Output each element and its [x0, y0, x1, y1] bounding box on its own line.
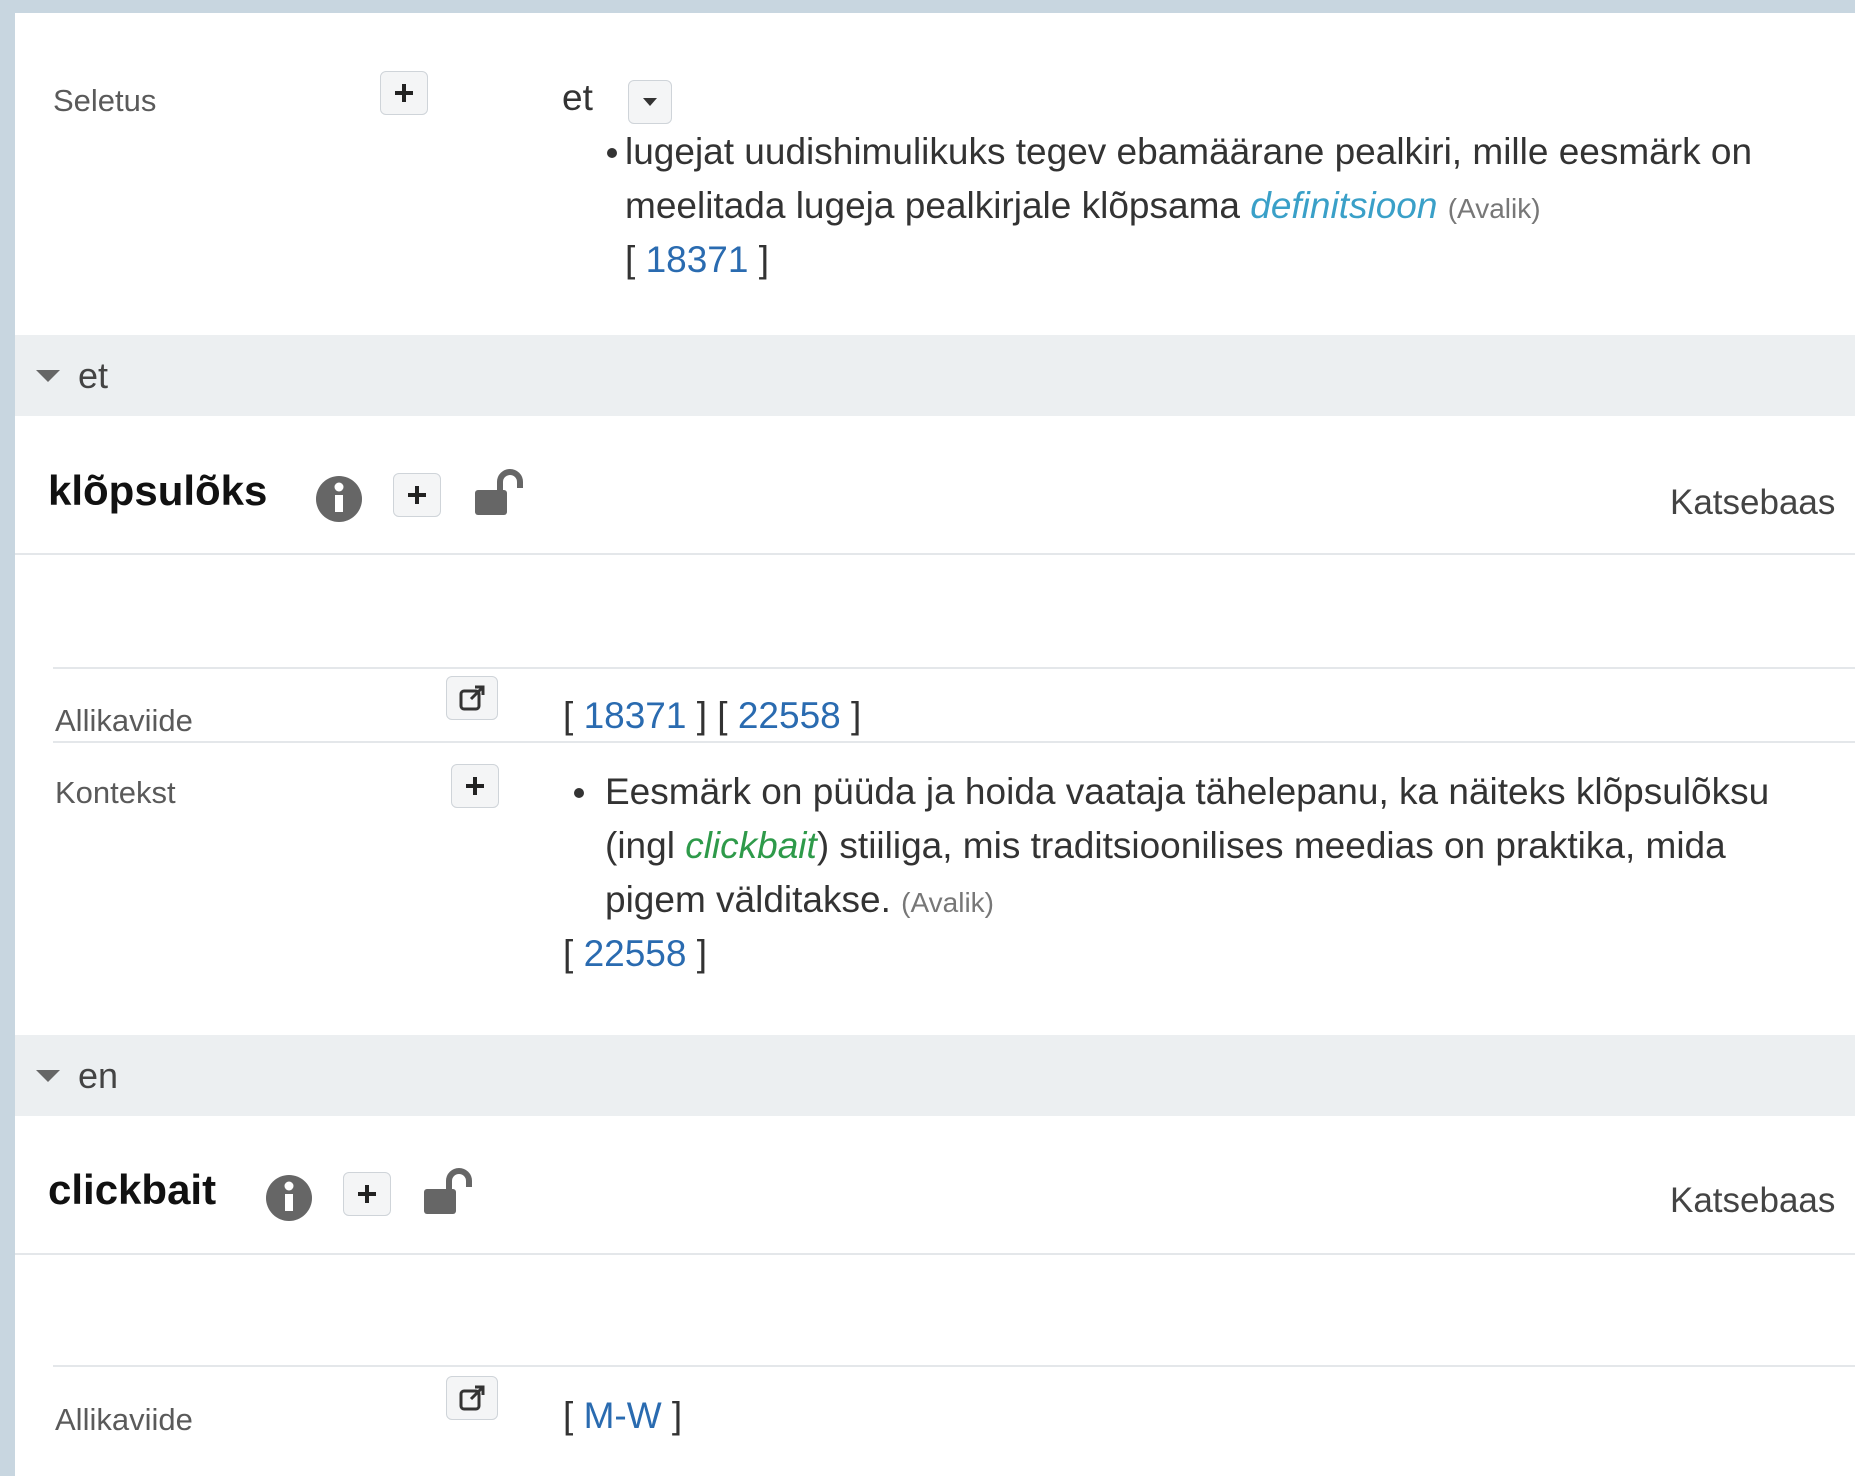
caret-down-icon [36, 1069, 60, 1082]
term-title: clickbait [48, 1166, 217, 1213]
bullet [607, 148, 617, 158]
term-detail-panel: Seletus et lugejat uudishimulikuks tegev… [15, 13, 1855, 1476]
divider [53, 1365, 1855, 1367]
open-source-button[interactable] [446, 676, 498, 720]
lang-dropdown-button[interactable] [628, 80, 672, 124]
context-line2: (ingl clickbait) stiiliga, mis traditsio… [605, 819, 1726, 873]
dataset-name: Katsebaas [1670, 1181, 1836, 1220]
plus-icon [408, 486, 426, 504]
term-title: klõpsulõks [48, 467, 268, 514]
add-term-button[interactable] [393, 473, 441, 517]
unlock-icon[interactable] [472, 468, 526, 525]
info-icon[interactable] [314, 474, 364, 529]
source-link[interactable]: 18371 [584, 695, 687, 736]
source-link[interactable]: M-W [584, 1395, 662, 1436]
kontekst-label: Kontekst [55, 775, 176, 810]
visibility-badge: (Avalik) [901, 887, 994, 918]
allikaviide-label: Allikaviide [55, 703, 193, 738]
source-refs: [ M-W ] [563, 1395, 683, 1436]
context-line3: pigem välditakse. (Avalik) [605, 873, 994, 930]
info-icon[interactable] [264, 1173, 314, 1228]
divider [53, 667, 1855, 669]
source-link[interactable]: 22558 [584, 933, 687, 974]
source-refs: [ 18371 ] [ 22558 ] [563, 695, 862, 736]
definition-text: lugejat uudishimulikuks tegev ebamäärane… [625, 125, 1752, 179]
dataset-name: Katsebaas [1670, 483, 1836, 522]
definition-type-link[interactable]: definitsioon [1250, 185, 1437, 226]
visibility-badge: (Avalik) [1447, 193, 1541, 224]
unlock-icon[interactable] [421, 1167, 475, 1224]
chevron-down-icon [643, 98, 657, 106]
source-link[interactable]: 22558 [738, 695, 841, 736]
context-text: ) stiiliga, mis traditsioonilises meedia… [816, 825, 1726, 866]
definition-text-line2: meelitada lugeja pealkirjale klõpsama de… [625, 179, 1541, 236]
context-line1: Eesmärk on püüda ja hoida vaataja tähele… [605, 771, 1770, 812]
seletus-label: Seletus [53, 83, 157, 118]
allikaviide-label: Allikaviide [55, 1402, 193, 1437]
lang-section-title: en [78, 1054, 119, 1096]
plus-icon [358, 1185, 376, 1203]
lang-section-title: et [78, 354, 109, 396]
plus-icon [395, 84, 413, 102]
definition-lang: et [562, 77, 593, 118]
divider [53, 741, 1855, 743]
external-link-icon [459, 1385, 485, 1411]
bullet [574, 788, 584, 798]
ref-bracket-close: ] [758, 239, 770, 280]
definition-line2: meelitada lugeja pealkirjale klõpsama [625, 185, 1240, 226]
caret-down-icon [36, 369, 60, 382]
plus-icon [466, 777, 484, 795]
definition-source-ref: [ 18371 ] [625, 233, 769, 287]
divider [15, 1253, 1855, 1255]
source-link[interactable]: 18371 [646, 239, 749, 280]
definition-line1: lugejat uudishimulikuks tegev ebamäärane… [625, 131, 1753, 172]
context-source-ref: [ 22558 ] [563, 933, 708, 974]
add-term-button[interactable] [343, 1172, 391, 1216]
context-text: pigem välditakse. [605, 879, 891, 920]
external-link-icon [459, 685, 485, 711]
add-definition-button[interactable] [380, 71, 428, 115]
divider [15, 553, 1855, 555]
lang-section-toggle-en[interactable]: en [15, 1035, 1855, 1116]
open-source-button[interactable] [446, 1376, 498, 1420]
english-term-link[interactable]: clickbait [685, 825, 817, 866]
add-context-button[interactable] [451, 764, 499, 808]
context-text: (ingl [605, 825, 686, 866]
ref-bracket-open: [ [625, 239, 636, 280]
lang-section-toggle-et[interactable]: et [15, 335, 1855, 416]
